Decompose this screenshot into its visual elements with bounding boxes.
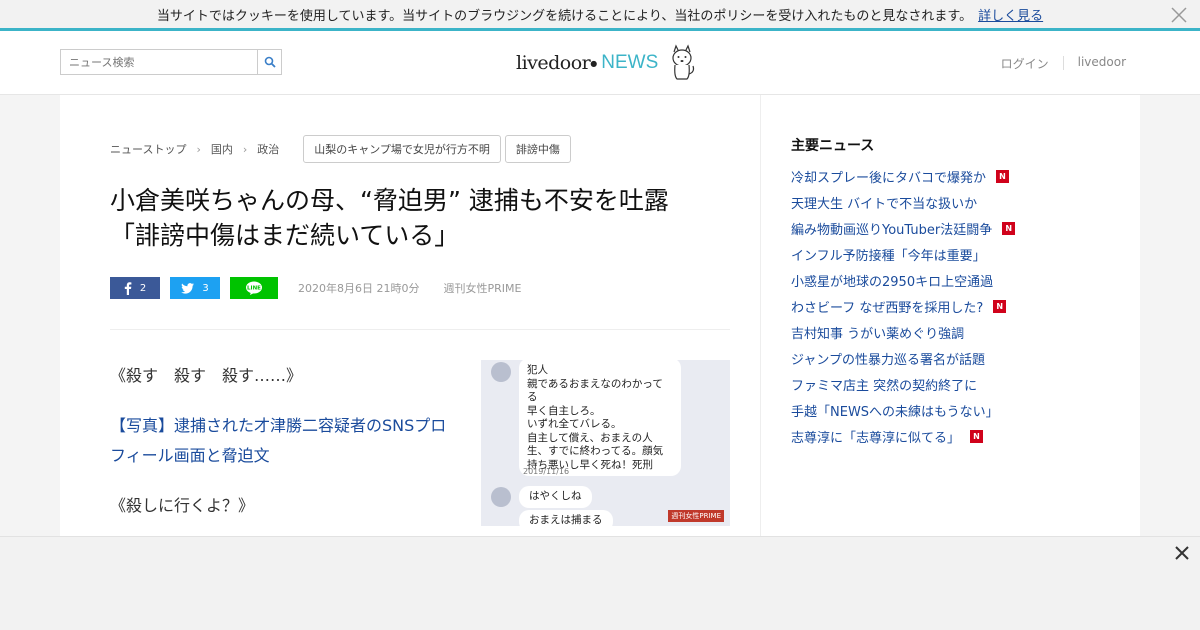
list-item[interactable]: 手越「NEWSへの未練はもうない」	[791, 397, 1015, 423]
chat-line: 親であるおまえなのわかってる	[527, 377, 663, 404]
search-icon	[264, 56, 276, 68]
chat-timestamp: 2019/11/16	[523, 467, 570, 476]
chat-line: 自主して償え、おまえの人生、すでに終わってる。顔気持ち悪いし早く死ね！死刑	[527, 431, 664, 471]
chat-line: いずれ全てバレる。	[527, 418, 622, 430]
article-title: 小倉美咲ちゃんの母、“脅迫男” 逮捕も不安を吐露 「誹謗中傷はまだ続いている」	[110, 183, 740, 253]
list-item[interactable]: 吉村知事 うがい薬めぐり強調	[791, 319, 1015, 345]
article-body: 《殺す 殺す 殺す……》 【写真】逮捕された才津勝二容疑者のSNSプロフィール画…	[110, 361, 460, 541]
site-logo[interactable]: livedoor ● NEWS	[516, 43, 698, 83]
news-link[interactable]: 吉村知事 うがい薬めぐり強調	[791, 323, 964, 342]
article-title-line2: 「誹謗中傷はまだ続いている」	[110, 221, 460, 250]
photo-link[interactable]: 【写真】逮捕された才津勝二容疑者のSNSプロフィール画面と脅迫文	[110, 416, 446, 465]
close-icon[interactable]	[1170, 6, 1188, 24]
article-photo[interactable]: 犯人 親であるおまえなのわかってる 早く自主しろ。 いずれ全てバレる。 自主して…	[481, 360, 730, 526]
cookie-more-link[interactable]: 詳しく見る	[978, 5, 1043, 24]
login-link[interactable]: ログイン	[987, 55, 1063, 72]
avatar	[491, 487, 511, 507]
news-link[interactable]: 冷却スプレー後にタバコで爆発か	[791, 167, 986, 186]
twitter-icon	[181, 282, 195, 294]
news-link[interactable]: 小惑星が地球の2950キロ上空通過	[791, 271, 993, 290]
header-links: ログイン livedoor	[987, 55, 1140, 72]
article-paragraph: 《殺す 殺す 殺す……》	[110, 366, 303, 385]
chat-line: 早く自主しろ。	[527, 404, 601, 417]
logo-dot: ●	[590, 58, 598, 68]
divider	[110, 329, 730, 330]
article-title-line1: 小倉美咲ちゃんの母、“脅迫男” 逮捕も不安を吐露	[110, 186, 669, 215]
list-item[interactable]: ファミマ店主 突然の契約終了に	[791, 371, 1015, 397]
cookie-message: 当サイトではクッキーを使用しています。当サイトのブラウジングを続けることにより、…	[156, 8, 973, 24]
cookie-banner: 当サイトではクッキーを使用しています。当サイトのブラウジングを続けることにより、…	[0, 0, 1200, 31]
breadcrumb-item-domestic[interactable]: 国内	[211, 141, 233, 157]
article-paragraph: 《殺しに行くよ？》	[110, 496, 255, 515]
site-header: livedoor ● NEWS ログイン livedoor	[0, 31, 1200, 95]
photo-watermark: 週刊女性PRIME	[668, 510, 724, 522]
chat-bubble: 犯人 親であるおまえなのわかってる 早く自主しろ。 いずれ全てバレる。 自主して…	[519, 360, 681, 476]
livedoor-link[interactable]: livedoor	[1064, 55, 1140, 72]
list-item[interactable]: 志尊淳に「志尊淳に似てる」 N	[791, 423, 1015, 449]
twitter-share-button[interactable]: 3	[170, 277, 220, 299]
topic-tag-slander[interactable]: 誹謗中傷	[504, 135, 571, 163]
list-item[interactable]: 編み物動画巡りYouTuber法廷闘争 N	[791, 215, 1016, 241]
news-link[interactable]: 手越「NEWSへの未練はもうない」	[791, 401, 999, 420]
list-item[interactable]: 冷却スプレー後にタバコで爆発か N	[791, 163, 1015, 189]
news-link[interactable]: ファミマ店主 突然の契約終了に	[791, 375, 977, 394]
article-date: 2020年8月6日 21時0分	[298, 282, 420, 295]
search-box	[60, 49, 282, 75]
article-source[interactable]: 週刊女性PRIME	[443, 280, 521, 296]
news-link[interactable]: わさビーフ なぜ西野を採用した?	[791, 297, 983, 316]
twitter-count: 3	[202, 282, 209, 294]
chat-line: 犯人	[527, 364, 548, 376]
chevron-right-icon: ›	[242, 142, 248, 156]
topic-tag-camp[interactable]: 山梨のキャンプ場で女児が行方不明	[303, 135, 501, 163]
line-share-button[interactable]: LINE	[230, 277, 278, 299]
new-badge: N	[993, 299, 1007, 313]
breadcrumb-item-top[interactable]: ニューストップ	[110, 141, 186, 157]
list-item[interactable]: 天理大生 バイトで不当な扱いか	[791, 189, 1015, 215]
breadcrumb-item-politics[interactable]: 政治	[257, 141, 279, 157]
news-list: 冷却スプレー後にタバコで爆発か N 天理大生 バイトで不当な扱いか 編み物動画巡り…	[791, 163, 1016, 449]
news-link[interactable]: インフル予防接種「今年は重要」	[791, 245, 986, 264]
chat-bubble: はやくしね	[519, 486, 592, 508]
list-item[interactable]: インフル予防接種「今年は重要」	[791, 241, 1015, 267]
news-link[interactable]: 天理大生 バイトで不当な扱いか	[791, 193, 977, 212]
news-link[interactable]: ジャンプの性暴力巡る署名が話題	[791, 349, 985, 368]
facebook-icon	[124, 281, 132, 295]
new-badge: N	[1002, 221, 1016, 235]
list-item[interactable]: わさビーフ なぜ西野を採用した? N	[791, 293, 1015, 319]
list-item[interactable]: 小惑星が地球の2950キロ上空通過	[791, 267, 1015, 293]
breadcrumb: ニューストップ › 国内 › 政治 山梨のキャンプ場で女児が行方不明 誹謗中傷	[110, 135, 571, 163]
new-badge: N	[996, 169, 1010, 183]
close-icon[interactable]	[1174, 545, 1190, 561]
list-item[interactable]: ジャンプの性暴力巡る署名が話題	[791, 345, 1015, 371]
ad-banner	[0, 536, 1200, 630]
news-link[interactable]: 編み物動画巡りYouTuber法廷闘争	[791, 219, 992, 238]
sidebar-heading: 主要ニュース	[791, 138, 875, 154]
avatar	[491, 362, 511, 382]
facebook-count: 2	[139, 282, 147, 294]
share-bar: 2 3 LINE 2020年8月6日 21時0分 週刊女性PRIME	[110, 277, 521, 299]
search-input[interactable]	[61, 50, 257, 74]
article-main: ニューストップ › 国内 › 政治 山梨のキャンプ場で女児が行方不明 誹謗中傷 …	[60, 95, 760, 536]
line-icon: LINE	[246, 281, 262, 295]
sidebar: 主要ニュース 冷却スプレー後にタバコで爆発か N 天理大生 バイトで不当な扱いか …	[760, 95, 1140, 536]
logo-livedoor: livedoor	[516, 52, 591, 74]
new-badge: N	[970, 429, 984, 443]
facebook-share-button[interactable]: 2	[110, 277, 160, 299]
dog-mascot-icon	[672, 44, 695, 80]
chat-bubble: おまえは捕まる	[519, 510, 613, 526]
svg-text:LINE: LINE	[247, 286, 261, 292]
logo-news: NEWS	[601, 52, 659, 73]
news-link[interactable]: 志尊淳に「志尊淳に似てる」	[791, 427, 960, 446]
chevron-right-icon: ›	[196, 142, 201, 156]
search-button[interactable]	[257, 50, 281, 74]
